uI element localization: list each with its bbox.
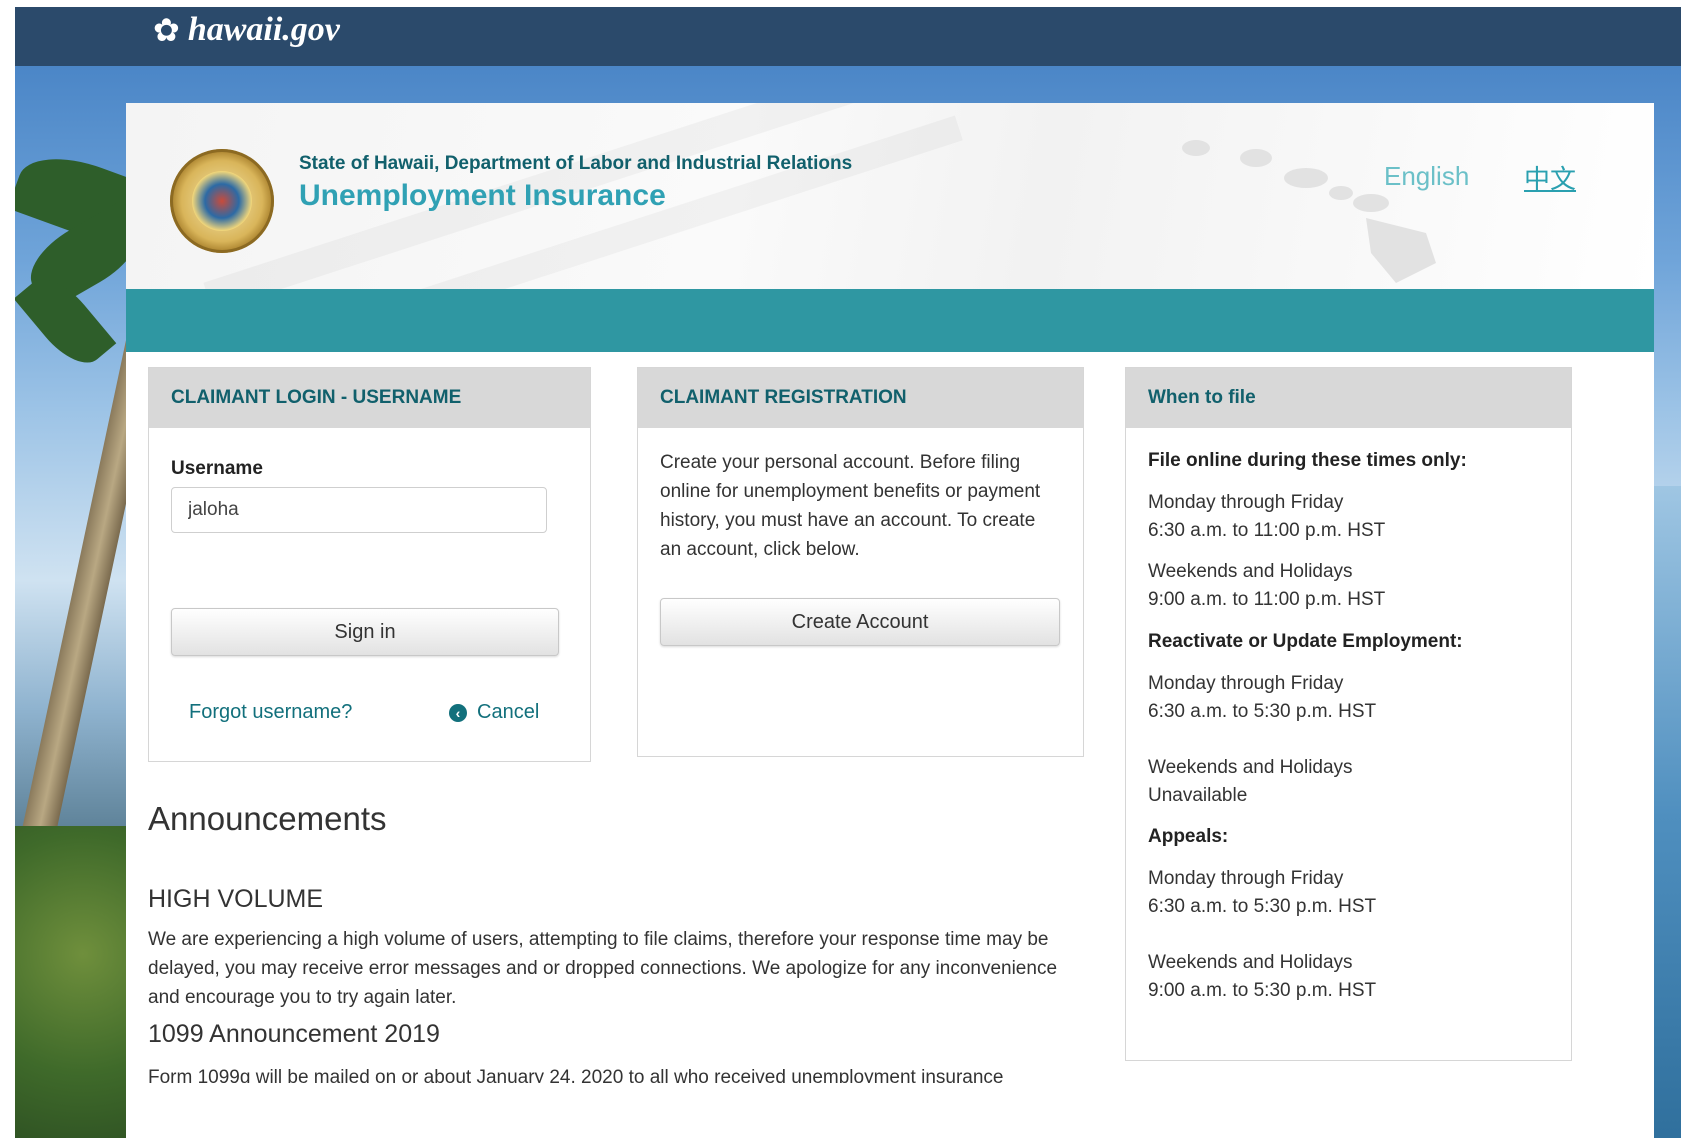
when-line: Monday through Friday	[1148, 868, 1344, 889]
when-line: Weekends and Holidays	[1148, 952, 1353, 973]
site-header: State of Hawaii, Department of Labor and…	[126, 103, 1654, 289]
lang-english-link[interactable]: English	[1384, 161, 1469, 192]
cancel-label: Cancel	[477, 701, 540, 723]
program-title: Unemployment Insurance	[299, 179, 666, 212]
announcement-body: Form 1099g will be mailed on or about Ja…	[148, 1067, 1004, 1083]
state-seal-icon	[170, 149, 274, 253]
when-line: 6:30 a.m. to 11:00 p.m. HST	[1148, 520, 1386, 541]
when-line: 9:00 a.m. to 11:00 p.m. HST	[1148, 589, 1386, 610]
teal-nav-bar	[126, 289, 1654, 352]
when-line: Reactivate or Update Employment:	[1148, 631, 1463, 652]
registration-panel: CLAIMANT REGISTRATION Create your person…	[637, 367, 1084, 757]
announcement-title: 1099 Announcement 2019	[148, 1020, 440, 1048]
main-container: State of Hawaii, Department of Labor and…	[126, 103, 1654, 1138]
when-line: Weekends and Holidays	[1148, 757, 1353, 778]
when-line: Monday through Friday	[1148, 492, 1344, 513]
when-line: Appeals:	[1148, 826, 1229, 847]
gov-logo-text: hawaii.gov	[187, 11, 340, 48]
announcement-title: HIGH VOLUME	[148, 885, 324, 913]
when-line: 9:00 a.m. to 5:30 p.m. HST	[1148, 980, 1377, 1001]
when-line: 6:30 a.m. to 5:30 p.m. HST	[1148, 701, 1377, 722]
gov-top-bar: ✿ hawaii.gov	[15, 7, 1681, 66]
when-to-file-heading: When to file	[1126, 368, 1571, 428]
agency-name: State of Hawaii, Department of Labor and…	[299, 153, 853, 174]
when-line: Unavailable	[1148, 785, 1248, 806]
login-panel: CLAIMANT LOGIN - USERNAME Username Sign …	[148, 367, 591, 762]
announcements-title: Announcements	[148, 800, 387, 837]
when-line: 6:30 a.m. to 5:30 p.m. HST	[1148, 896, 1377, 917]
lang-chinese-link[interactable]: 中文	[1524, 159, 1576, 196]
username-label: Username	[171, 458, 263, 479]
hawaiian-islands-icon	[1182, 140, 1436, 283]
registration-panel-heading: CLAIMANT REGISTRATION	[638, 368, 1083, 428]
when-line: Weekends and Holidays	[1148, 561, 1353, 582]
gov-logo-link[interactable]: ✿ hawaii.gov	[153, 11, 340, 49]
when-line: File online during these times only:	[1148, 450, 1467, 471]
login-panel-heading: CLAIMANT LOGIN - USERNAME	[149, 368, 590, 428]
hibiscus-icon: ✿	[153, 12, 180, 48]
announcement-body: We are experiencing a high volume of use…	[148, 929, 1058, 1008]
create-account-button[interactable]: Create Account	[660, 598, 1060, 646]
username-input[interactable]	[171, 487, 547, 533]
forgot-username-link[interactable]: Forgot username?	[189, 701, 352, 724]
sign-in-button[interactable]: Sign in	[171, 608, 559, 656]
cancel-link[interactable]: ‹ Cancel	[449, 701, 539, 724]
circle-arrow-left-icon: ‹	[449, 703, 467, 722]
when-to-file-panel: When to file File online during these ti…	[1125, 367, 1572, 1061]
when-line: Monday through Friday	[1148, 673, 1344, 694]
registration-description: Create your personal account. Before fil…	[660, 452, 1041, 560]
